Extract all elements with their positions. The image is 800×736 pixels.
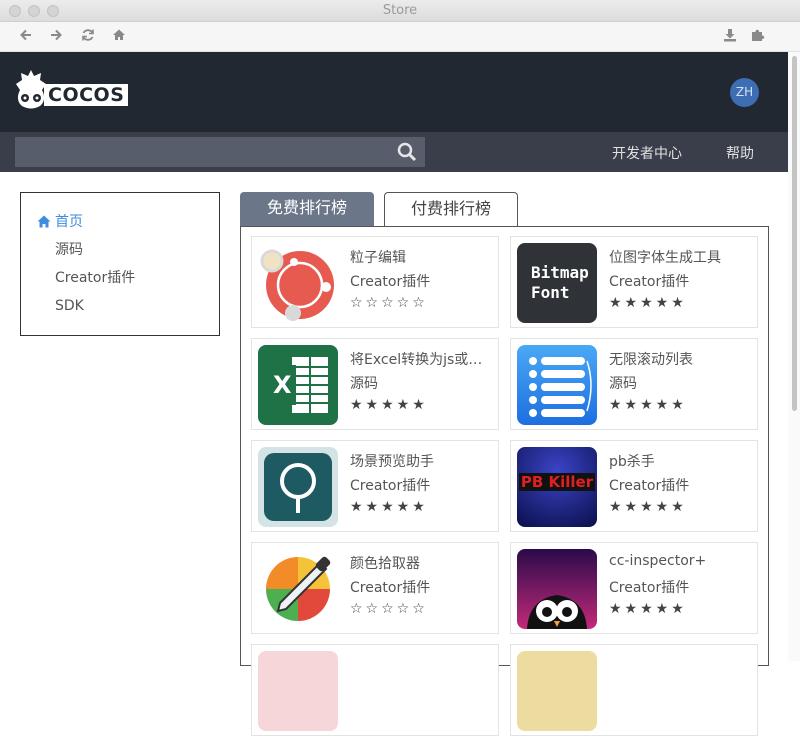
download-icon[interactable] [722, 28, 738, 44]
site-header: COCOS ZH [0, 52, 800, 132]
app-card[interactable]: PB Killer pb杀手 Creator插件 ★★★★★ [510, 440, 758, 532]
search-icon[interactable] [397, 142, 417, 162]
partial-icon-2 [517, 651, 597, 731]
window-title: Store [382, 3, 418, 18]
tab-free-ranking[interactable]: 免费排行榜 [240, 192, 374, 226]
tab-paid-ranking[interactable]: 付费排行榜 [384, 192, 518, 227]
pb-killer-icon: PB Killer [517, 447, 597, 527]
app-card[interactable]: 颜色拾取器 Creator插件 ☆☆☆☆☆ [251, 542, 499, 634]
icon-label: Bitmap [531, 263, 589, 282]
search-box [15, 137, 425, 167]
page-scrollbar[interactable] [788, 52, 800, 661]
partial-icon-1 [258, 651, 338, 731]
sidebar-item-home[interactable]: 首页 [21, 213, 219, 241]
icon-label: X [273, 371, 292, 399]
app-name: 场景预览助手 [350, 454, 434, 470]
app-category: Creator插件 [609, 274, 690, 290]
app-category: Creator插件 [609, 478, 690, 494]
app-card[interactable]: X 将Excel转换为js或者… 源码 ★★★★★ [251, 338, 499, 430]
rating-stars: ☆☆☆☆☆ [350, 295, 428, 311]
rating-stars: ★★★★★ [609, 397, 687, 413]
app-category: 源码 [609, 376, 637, 392]
developer-center-link[interactable]: 开发者中心 [612, 143, 682, 163]
app-card[interactable]: 无限滚动列表 源码 ★★★★★ [510, 338, 758, 430]
scene-preview-icon [258, 447, 338, 527]
cocos-mascot-icon [16, 70, 46, 109]
scrollbar-thumb[interactable] [792, 56, 797, 411]
app-card[interactable]: 场景预览助手 Creator插件 ★★★★★ [251, 440, 499, 532]
app-card[interactable]: cc-inspector+ Creator插件 ★★★★★ [510, 542, 758, 634]
language-switch-button[interactable]: ZH [730, 78, 759, 107]
extension-puzzle-icon[interactable] [750, 28, 766, 44]
scroll-list-icon [517, 345, 597, 425]
search-input[interactable] [15, 137, 390, 167]
sidebar-item-label: 源码 [55, 242, 83, 258]
category-sidebar: 首页 源码 Creator插件 SDK [20, 192, 220, 336]
rating-stars: ★★★★★ [609, 499, 687, 515]
back-arrow-icon[interactable] [18, 28, 34, 44]
app-name: 颜色拾取器 [350, 556, 420, 572]
home-icon[interactable] [111, 28, 127, 44]
rating-stars: ★★★★★ [609, 601, 687, 617]
color-picker-icon [258, 549, 338, 629]
forward-arrow-icon[interactable] [48, 28, 64, 44]
cocos-logo[interactable]: COCOS [14, 68, 129, 112]
logo-text: COCOS [44, 84, 129, 106]
sidebar-item-label: Creator插件 [55, 270, 136, 286]
app-name: 粒子编辑 [350, 250, 406, 266]
app-category: Creator插件 [350, 478, 431, 494]
browser-toolbar [0, 22, 800, 52]
sidebar-item-label: 首页 [55, 214, 83, 230]
sidebar-item-creator-plugin[interactable]: Creator插件 [21, 269, 219, 297]
rating-stars: ★★★★★ [609, 295, 687, 311]
particle-editor-icon [258, 243, 338, 323]
app-name: cc-inspector+ [609, 553, 707, 569]
sidebar-item-sdk[interactable]: SDK [21, 297, 219, 325]
home-icon [37, 215, 51, 228]
app-card[interactable]: 粒子编辑 Creator插件 ☆☆☆☆☆ [251, 236, 499, 328]
refresh-icon[interactable] [80, 28, 96, 44]
app-name: 无限滚动列表 [609, 352, 693, 368]
sidebar-item-label: SDK [55, 298, 84, 314]
bitmap-font-icon: Bitmap Font [517, 243, 597, 323]
icon-label: PB Killer [519, 473, 595, 491]
app-card[interactable]: Bitmap Font 位图字体生成工具 Creator插件 ★★★★★ [510, 236, 758, 328]
sidebar-item-source[interactable]: 源码 [21, 241, 219, 269]
rating-stars: ★★★★★ [350, 499, 428, 515]
icon-label: Font [531, 283, 570, 302]
app-category: Creator插件 [350, 580, 431, 596]
app-category: Creator插件 [350, 274, 431, 290]
app-card[interactable] [510, 644, 758, 736]
app-name: 位图字体生成工具 [609, 250, 721, 266]
rating-stars: ★★★★★ [350, 397, 428, 413]
cc-inspector-icon [517, 549, 597, 629]
excel-icon: X [258, 345, 338, 425]
window-titlebar: Store [0, 0, 800, 22]
ranking-panel: 粒子编辑 Creator插件 ☆☆☆☆☆ Bitmap Font 位图字体生成工… [240, 226, 769, 736]
app-category: Creator插件 [609, 580, 690, 596]
app-name: 将Excel转换为js或者… [350, 352, 495, 368]
search-navbar: 开发者中心 帮助 [0, 132, 800, 172]
help-link[interactable]: 帮助 [726, 143, 754, 163]
app-card[interactable] [251, 644, 499, 736]
app-category: 源码 [350, 376, 378, 392]
app-name: pb杀手 [609, 454, 655, 470]
rating-stars: ☆☆☆☆☆ [350, 601, 428, 617]
